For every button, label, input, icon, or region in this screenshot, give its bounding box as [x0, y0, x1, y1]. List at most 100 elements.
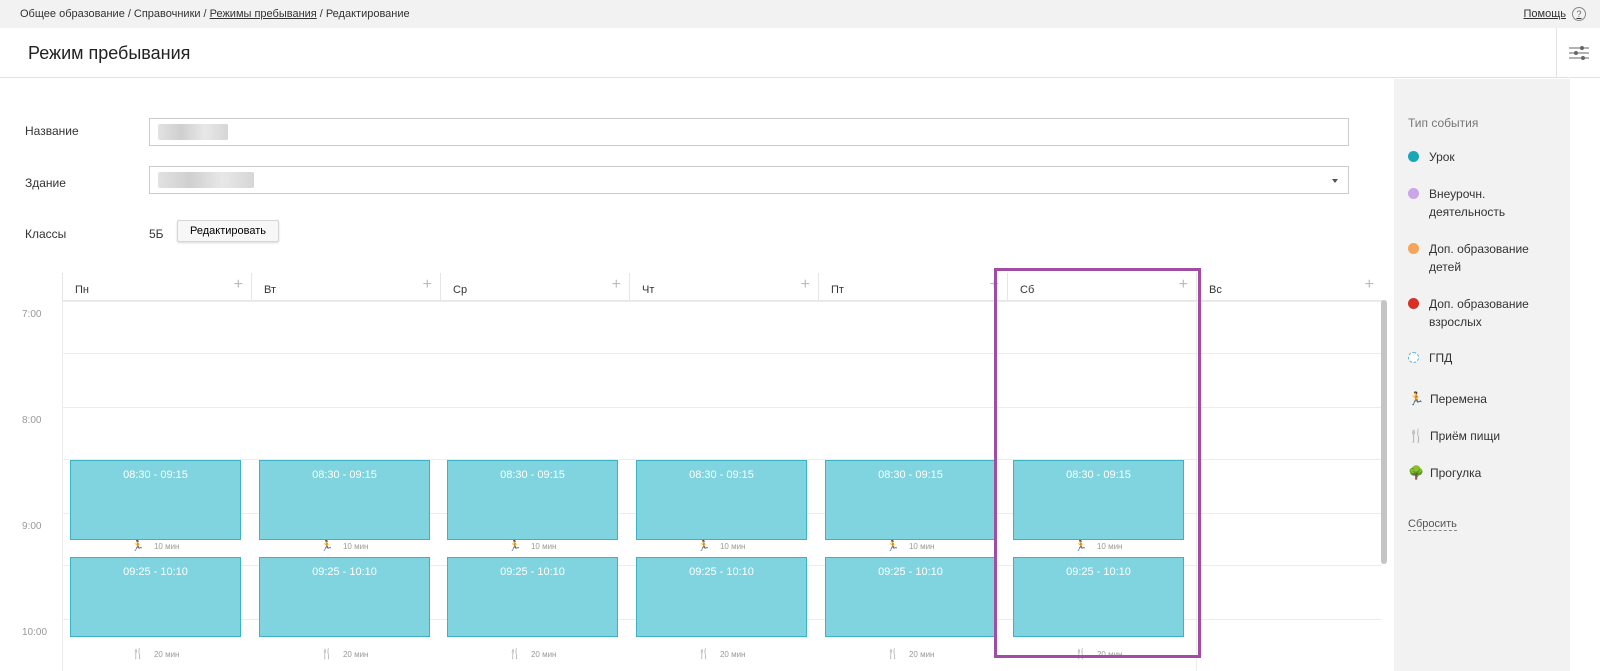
day-header-mon: Пн + [62, 273, 251, 301]
lesson-block[interactable]: 09:25 - 10:10 [825, 557, 996, 637]
lesson-block[interactable]: 08:30 - 09:15 [259, 460, 430, 540]
break-duration: 10 мин [342, 542, 369, 551]
breadcrumb-item-link[interactable]: Режимы пребывания [210, 8, 317, 20]
meal-marker[interactable]: 🍴 20 мин [825, 649, 996, 660]
add-icon[interactable]: + [423, 276, 432, 294]
break-duration: 10 мин [719, 542, 746, 551]
legend-item-lesson[interactable]: Урок [1408, 148, 1455, 166]
column-divider [62, 301, 63, 671]
meal-marker[interactable]: 🍴 20 мин [259, 649, 430, 660]
break-marker[interactable]: 🏃 10 мин [70, 541, 241, 552]
legend-item-extra-edu-adults[interactable]: Доп. образование взрослых [1408, 295, 1558, 331]
lesson-block[interactable]: 08:30 - 09:15 [447, 460, 618, 540]
fork-knife-icon: 🍴 [508, 649, 521, 660]
break-duration: 20 мин [342, 650, 369, 659]
extracurricular-dot-icon [1408, 188, 1419, 199]
building-select[interactable] [149, 166, 1349, 194]
question-icon[interactable]: ? [1572, 7, 1586, 21]
legend-label: Перемена [1430, 392, 1487, 406]
legend-item-gpd[interactable]: ГПД [1408, 349, 1452, 367]
day-name: Сб [1020, 284, 1035, 296]
meal-marker[interactable]: 🍴 20 мин [1013, 649, 1184, 660]
grid-scrollbar[interactable] [1381, 300, 1387, 564]
lesson-block[interactable]: 08:30 - 09:15 [1013, 460, 1184, 540]
break-duration: 10 мин [908, 542, 935, 551]
break-duration: 10 мин [1096, 542, 1123, 551]
day-header-sun: Вс + [1196, 273, 1382, 301]
hour-line [62, 301, 1382, 302]
break-marker[interactable]: 🏃 10 мин [636, 541, 807, 552]
meal-marker[interactable]: 🍴 20 мин [70, 649, 241, 660]
time-label: 7:00 [22, 309, 42, 320]
legend-item-extra-edu-children[interactable]: Доп. образование детей [1408, 240, 1558, 276]
extra-edu-children-dot-icon [1408, 243, 1419, 254]
fork-knife-icon: 🍴 [320, 649, 333, 660]
classes-value: 5Б [149, 227, 164, 241]
sliders-icon[interactable] [1568, 44, 1590, 62]
lesson-block[interactable]: 08:30 - 09:15 [825, 460, 996, 540]
day-name: Ср [453, 284, 468, 296]
lesson-block[interactable]: 09:25 - 10:10 [1013, 557, 1184, 637]
lesson-block[interactable]: 09:25 - 10:10 [447, 557, 618, 637]
running-icon: 🏃 [697, 541, 710, 552]
add-icon[interactable]: + [1365, 276, 1374, 294]
hour-line [62, 407, 1382, 408]
meal-marker[interactable]: 🍴 20 мин [636, 649, 807, 660]
fork-knife-icon: 🍴 [1408, 428, 1425, 443]
half-hour-line [62, 353, 1382, 354]
chevron-down-icon[interactable] [1332, 179, 1338, 183]
break-duration: 20 мин [1096, 650, 1123, 659]
legend-label: Урок [1429, 150, 1455, 164]
legend-label: Приём пищи [1430, 429, 1501, 443]
help-label[interactable]: Помощь [1524, 8, 1567, 20]
name-label: Название [25, 124, 79, 138]
tree-icon: 🌳 [1408, 465, 1425, 480]
add-icon[interactable]: + [612, 276, 621, 294]
running-icon: 🏃 [131, 541, 144, 552]
day-header-tue: Вт + [251, 273, 440, 301]
legend-item-meal[interactable]: 🍴 Приём пищи [1408, 427, 1500, 445]
breadcrumb-item-current: Редактирование [325, 8, 410, 20]
fork-knife-icon: 🍴 [131, 649, 144, 660]
lesson-block[interactable]: 09:25 - 10:10 [259, 557, 430, 637]
break-marker[interactable]: 🏃 10 мин [1013, 541, 1184, 552]
lesson-block[interactable]: 08:30 - 09:15 [70, 460, 241, 540]
fork-knife-icon: 🍴 [886, 649, 899, 660]
lesson-block[interactable]: 09:25 - 10:10 [70, 557, 241, 637]
edit-classes-button[interactable]: Редактировать [177, 220, 279, 242]
day-name: Пт [831, 284, 844, 296]
running-icon: 🏃 [1408, 391, 1425, 406]
break-marker[interactable]: 🏃 10 мин [259, 541, 430, 552]
legend-item-extracurricular[interactable]: Внеурочн. деятельность [1408, 185, 1558, 221]
day-name: Вс [1209, 284, 1222, 296]
running-icon: 🏃 [320, 541, 333, 552]
add-icon[interactable]: + [234, 276, 243, 294]
day-header-thu: Чт + [629, 273, 818, 301]
name-input[interactable] [149, 118, 1349, 146]
lesson-dot-icon [1408, 151, 1419, 162]
legend-item-break[interactable]: 🏃 Перемена [1408, 390, 1487, 408]
running-icon: 🏃 [1074, 541, 1087, 552]
time-label: 10:00 [22, 627, 48, 638]
legend-item-walk[interactable]: 🌳 Прогулка [1408, 464, 1481, 482]
break-duration: 20 мин [153, 650, 180, 659]
breadcrumb-item[interactable]: Справочники [134, 8, 201, 20]
add-icon[interactable]: + [801, 276, 810, 294]
help-link[interactable]: Помощь ? [1524, 7, 1586, 21]
filter-settings-button[interactable] [1556, 28, 1600, 77]
gpd-dot-icon [1408, 352, 1419, 363]
break-marker[interactable]: 🏃 10 мин [825, 541, 996, 552]
classes-label: Классы [25, 227, 67, 241]
lesson-block[interactable]: 09:25 - 10:10 [636, 557, 807, 637]
break-duration: 20 мин [719, 650, 746, 659]
time-label: 9:00 [22, 521, 42, 532]
reset-link[interactable]: Сбросить [1408, 518, 1457, 531]
building-label: Здание [25, 176, 66, 190]
meal-marker[interactable]: 🍴 20 мин [447, 649, 618, 660]
add-icon[interactable]: + [1179, 276, 1188, 294]
fork-knife-icon: 🍴 [697, 649, 710, 660]
add-icon[interactable]: + [990, 276, 999, 294]
breadcrumb-item[interactable]: Общее образование [20, 8, 125, 20]
lesson-block[interactable]: 08:30 - 09:15 [636, 460, 807, 540]
break-marker[interactable]: 🏃 10 мин [447, 541, 618, 552]
